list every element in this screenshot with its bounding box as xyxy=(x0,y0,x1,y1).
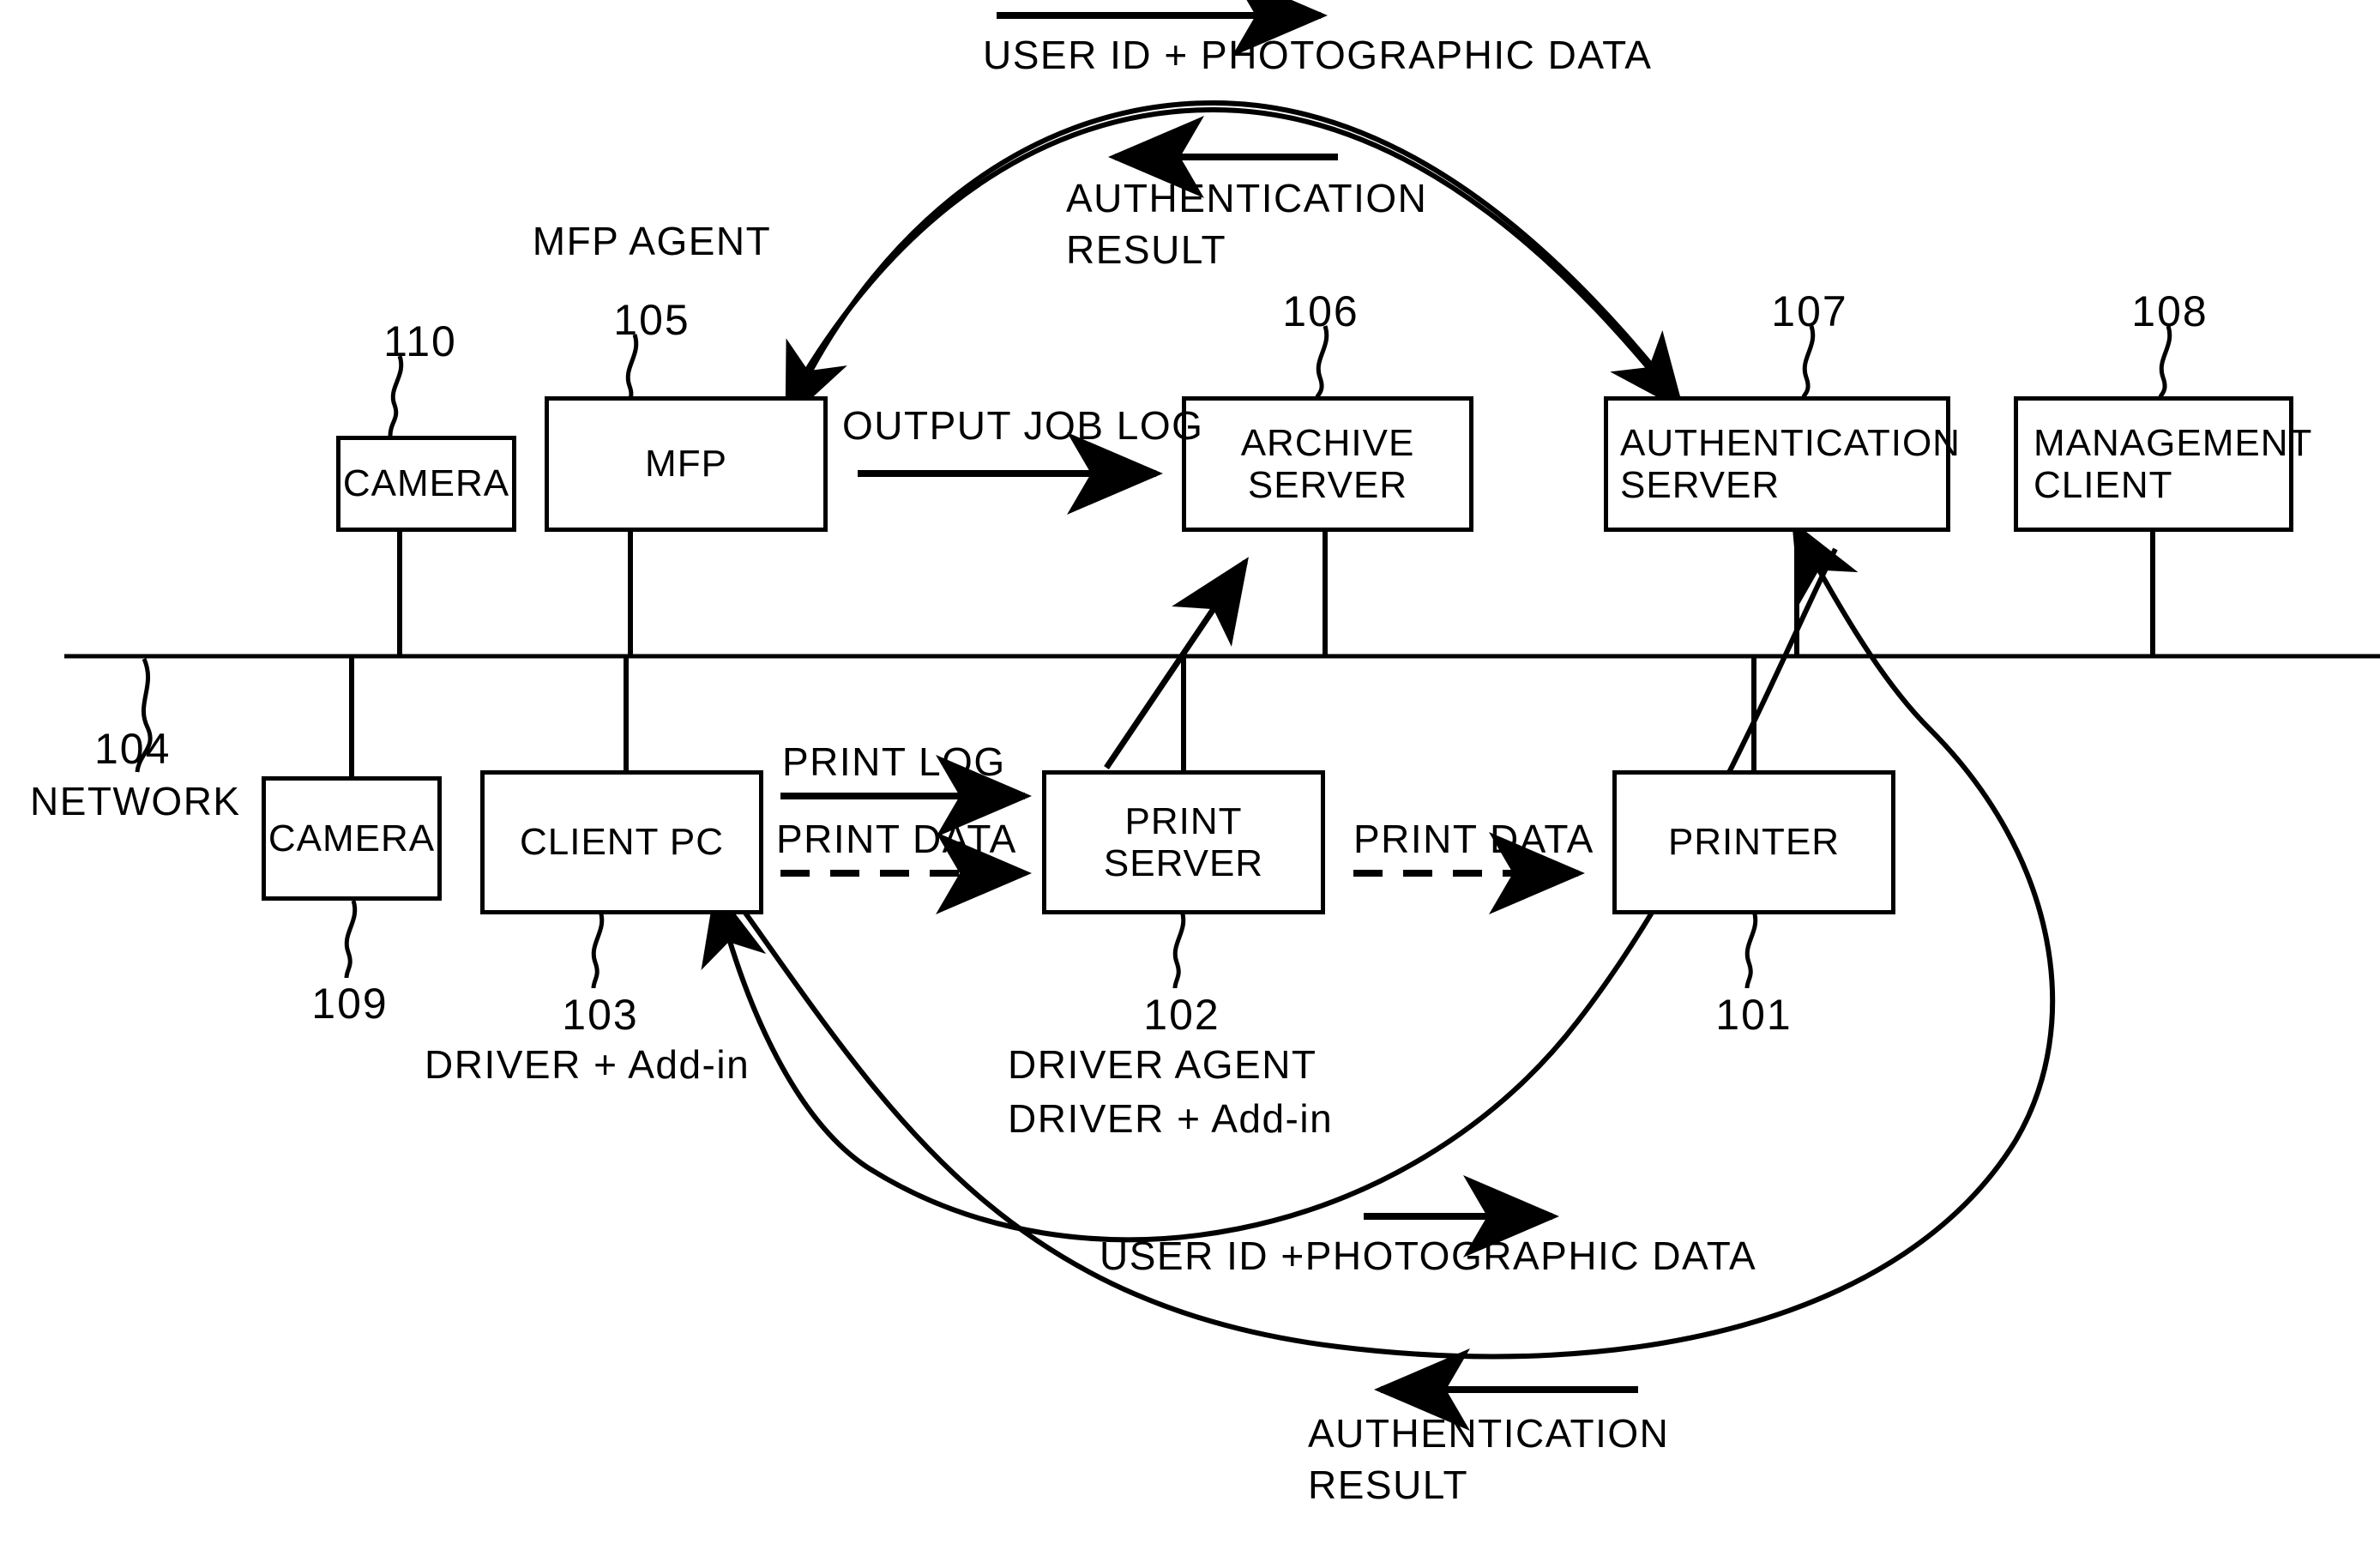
ref-number-104: 104 xyxy=(94,725,172,773)
node-label: MANAGEMENT xyxy=(2034,421,2313,464)
node-label: PRINTER xyxy=(1667,821,1841,864)
leader-110 xyxy=(388,355,404,437)
flow-label-print-data-printer: PRINT DATA xyxy=(1353,817,1594,861)
ref-number-103: 103 xyxy=(562,991,639,1039)
leader-101 xyxy=(1744,910,1758,989)
ref-number-108: 108 xyxy=(2131,287,2208,335)
leader-103 xyxy=(591,910,605,989)
node-label: CAMERA xyxy=(342,462,510,505)
ref-number-106: 106 xyxy=(1282,287,1359,335)
node-archive-server[interactable]: ARCHIVE SERVER xyxy=(1182,396,1473,532)
node-client-pc[interactable]: CLIENT PC xyxy=(480,770,763,914)
node-label: CLIENT PC xyxy=(519,821,725,864)
ref-number-107: 107 xyxy=(1771,287,1848,335)
flow-label-top-auth-result-line1: AUTHENTICATION xyxy=(1066,176,1428,220)
client-pc-driver-label: DRIVER + Add-in xyxy=(425,1042,750,1087)
node-label: MFP xyxy=(645,443,727,486)
node-label: CAMERA xyxy=(268,817,436,859)
flow-label-print-data-client: PRINT DATA xyxy=(776,817,1017,861)
flow-label-bottom-auth-result-line1: AUTHENTICATION xyxy=(1308,1411,1670,1456)
flow-label-print-log: PRINT LOG xyxy=(782,739,1006,784)
ref-number-105: 105 xyxy=(613,296,690,344)
arrow-print-server-to-archive xyxy=(1104,557,1249,769)
print-server-driver-agent-label: DRIVER AGENT xyxy=(1008,1042,1317,1087)
node-camera-top[interactable]: CAMERA xyxy=(336,436,516,532)
node-authentication-server[interactable]: AUTHENTICATION SERVER xyxy=(1604,396,1960,532)
node-management-client[interactable]: MANAGEMENT CLIENT xyxy=(2014,396,2311,532)
node-camera-bottom[interactable]: CAMERA xyxy=(262,776,442,901)
leader-102 xyxy=(1172,910,1186,989)
flow-label-bottom-auth-result-line2: RESULT xyxy=(1308,1463,1469,1507)
node-label: PRINT xyxy=(1124,799,1243,842)
arc-mfp-auth xyxy=(774,106,1684,426)
arc-auth-mfp xyxy=(785,100,1684,423)
network-label: NETWORK xyxy=(30,779,241,823)
loop-client-to-auth xyxy=(709,520,2056,1360)
flow-label-top-auth-result-line2: RESULT xyxy=(1066,227,1227,272)
leader-109 xyxy=(344,900,358,979)
ref-number-110: 110 xyxy=(383,317,457,365)
node-label: ARCHIVE xyxy=(1240,421,1415,464)
node-label: AUTHENTICATION xyxy=(1620,421,1961,464)
flow-label-top-user-id: USER ID + PHOTOGRAPHIC DATA xyxy=(983,33,1653,77)
node-mfp[interactable]: MFP xyxy=(545,396,828,532)
node-printer[interactable]: PRINTER xyxy=(1612,770,1895,914)
node-print-server[interactable]: PRINT SERVER xyxy=(1042,770,1325,914)
print-server-driver-label: DRIVER + Add-in xyxy=(1008,1096,1334,1141)
node-label: SERVER xyxy=(1620,464,1780,506)
ref-number-102: 102 xyxy=(1143,991,1220,1039)
ref-number-101: 101 xyxy=(1715,991,1793,1039)
node-label: SERVER xyxy=(1103,842,1264,884)
node-label: CLIENT xyxy=(2034,464,2173,506)
ref-number-109: 109 xyxy=(311,980,389,1028)
flow-label-output-job-log: OUTPUT JOB LOG xyxy=(842,403,1204,448)
diagram-canvas: CAMERA MFP ARCHIVE SERVER AUTHENTICATION… xyxy=(0,0,2380,1550)
flow-label-bottom-user-id: USER ID +PHOTOGRAPHIC DATA xyxy=(1100,1233,1757,1278)
node-label: SERVER xyxy=(1247,464,1408,506)
mfp-agent-label: MFP AGENT xyxy=(532,219,772,263)
